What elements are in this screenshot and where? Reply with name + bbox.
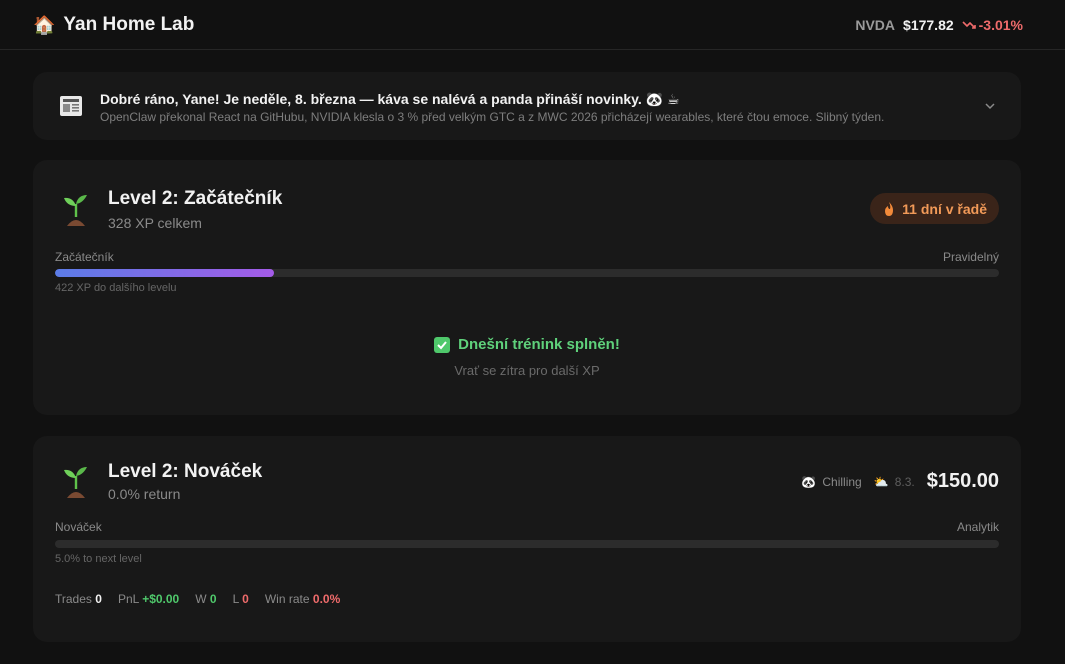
trend-down-icon [962,20,976,29]
fire-icon [885,201,894,216]
stat-wins: W 0 [195,592,217,606]
training-complete: Dnešní trénink splněn! [33,336,1021,353]
checkbox-checked-icon [434,336,451,353]
stat-trades: Trades 0 [55,592,102,606]
return-value: 0.0% return [108,486,181,502]
chevron-down-icon[interactable] [983,99,997,113]
briefing-title: Dobré ráno, Yane! Je neděle, 8. března —… [100,91,680,107]
newspaper-icon [60,96,82,116]
trading-level-card: Level 2: Nováček 0.0% return 🐼 Chilling … [33,436,1021,642]
streak-badge: 11 dní v řadě [870,193,999,224]
progress-end-label: Pravidelný [942,250,999,264]
ticker-change-value: -3.01% [978,16,1023,33]
top-bar: 🏠 Yan Home Lab NVDA $177.82 -3.01% [0,0,1065,50]
date-label: 8.3. [894,474,915,489]
stat-losses: L 0 [232,592,249,606]
progress-start-label: Nováček [55,520,102,534]
briefing-summary: OpenClaw překonal React na GitHubu, NVID… [100,110,885,124]
house-icon: 🏠 [33,14,56,35]
stock-ticker[interactable]: NVDA $177.82 -3.01% [855,17,1023,33]
trading-progress-bar [55,540,999,548]
ticker-symbol: NVDA [855,16,896,33]
to-next-level: 5.0% to next level [55,553,142,565]
stat-winrate: Win rate 0.0% [264,592,341,606]
brand[interactable]: 🏠 Yan Home Lab [33,14,194,36]
portfolio-summary: 🐼 Chilling ⛅ 8.3. $150.00 [801,470,999,493]
sprout-icon [64,195,87,226]
xp-to-next-level: 422 XP do dalšího levelu [55,282,177,294]
progress-end-label: Analytik [956,520,999,534]
stat-pnl: PnL +$0.00 [117,592,180,606]
balance: $150.00 [926,470,999,492]
level-title: Level 2: Nováček [108,461,263,482]
app-title: Yan Home Lab [63,13,195,35]
panda-icon: 🐼 [801,474,817,489]
level-title: Level 2: Začátečník [108,188,283,209]
xp-progress-bar [55,269,999,277]
training-level-card: Level 2: Začátečník 328 XP celkem 11 dní… [33,160,1021,415]
mood-label: Chilling [822,474,862,489]
streak-label: 11 dní v řadě [902,200,987,217]
xp-total: 328 XP celkem [108,215,202,231]
trading-stats: Trades 0 PnL +$0.00 W 0 L 0 Win rate 0.0… [55,592,340,606]
sprout-icon [64,467,87,498]
weather-icon: ⛅ [873,474,889,489]
progress-start-label: Začátečník [55,250,114,264]
ticker-price: $177.82 [903,16,954,33]
xp-progress-fill [55,269,274,277]
training-complete-text: Dnešní trénink splněn! [458,336,620,353]
training-complete-subtext: Vrať se zítra pro další XP [454,363,600,378]
ticker-change: -3.01% [962,17,1023,33]
daily-briefing-card[interactable]: Dobré ráno, Yane! Je neděle, 8. března —… [33,72,1021,140]
